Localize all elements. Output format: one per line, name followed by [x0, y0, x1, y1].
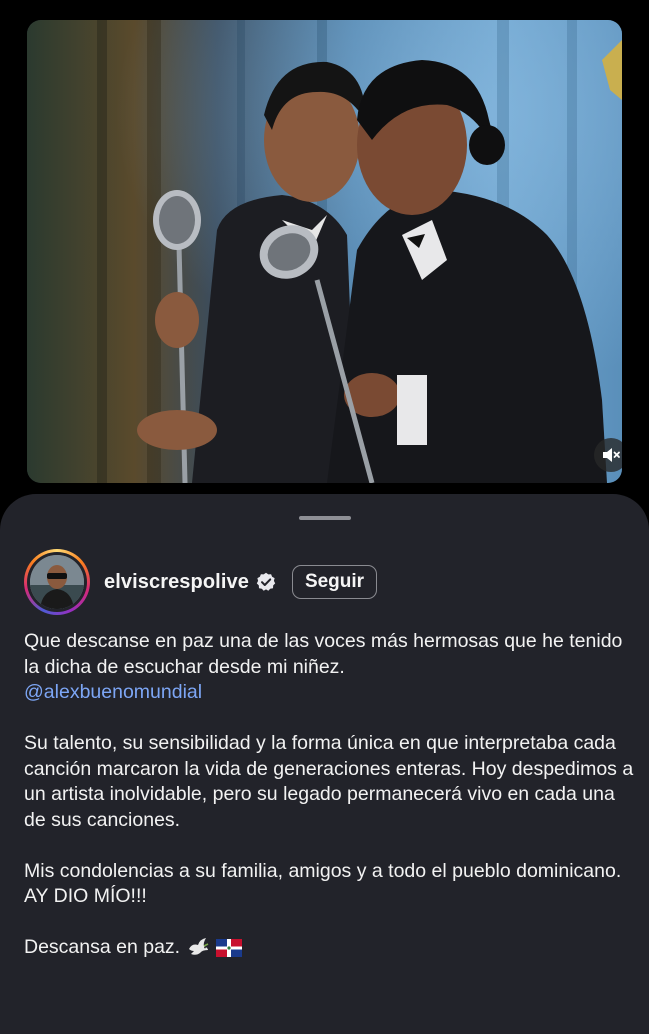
avatar[interactable] — [30, 555, 84, 609]
caption-text-4: Descansa en paz. — [24, 936, 181, 958]
caption-text-1: Que descanse en paz una de las voces más… — [24, 630, 623, 678]
caption-paragraph-1: Que descanse en paz una de las voces más… — [24, 629, 634, 706]
speaker-muted-icon — [603, 448, 620, 462]
follow-button[interactable]: Seguir — [291, 565, 378, 599]
mention-link[interactable]: @alexbuenomundial — [24, 681, 202, 703]
story-ring[interactable] — [24, 549, 90, 615]
dominican-flag-icon — [216, 938, 243, 957]
post-caption: Que descanse en paz una de las voces más… — [24, 629, 634, 986]
dove-icon — [186, 937, 210, 959]
sheet-drag-handle[interactable] — [299, 516, 351, 520]
mute-button[interactable] — [594, 438, 622, 472]
caption-paragraph-2: Su talento, su sensibilidad y la forma ú… — [24, 732, 634, 831]
post-header: elviscrespolive Seguir — [24, 549, 378, 615]
post-sheet: elviscrespolive Seguir Que descanse en p… — [0, 494, 649, 1034]
caption-paragraph-4: Descansa en paz. — [24, 935, 634, 961]
username[interactable]: elviscrespolive — [104, 571, 249, 594]
caption-paragraph-3: Mis condolencias a su familia, amigos y … — [24, 859, 622, 908]
video-frame — [27, 20, 622, 483]
video-player[interactable] — [27, 20, 622, 483]
verified-badge-icon — [256, 572, 276, 592]
